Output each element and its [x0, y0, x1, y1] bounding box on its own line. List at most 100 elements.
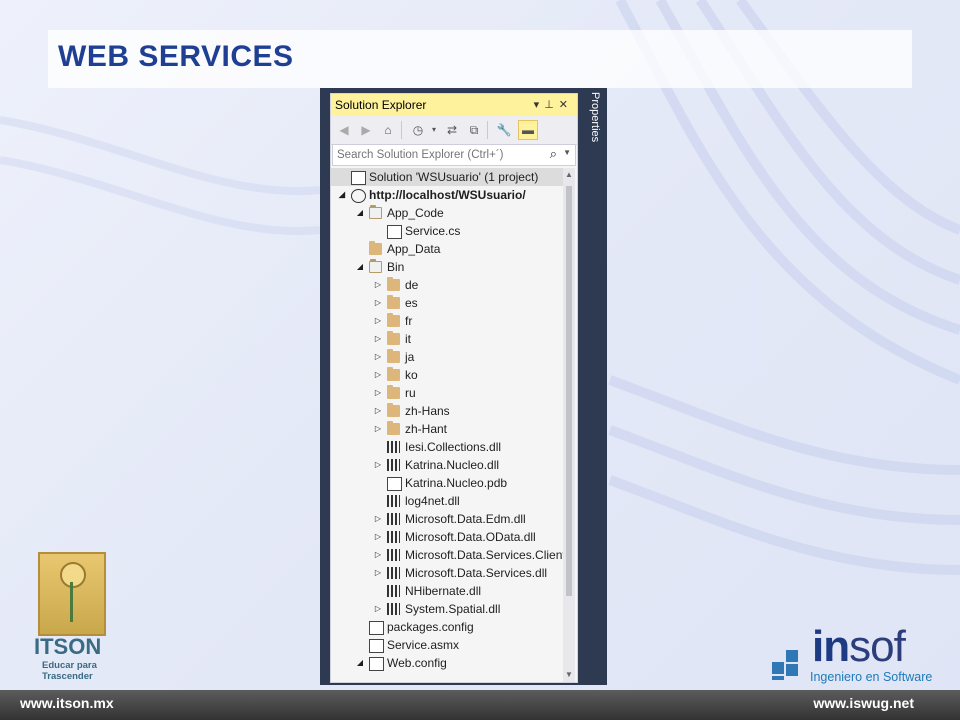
collapsed-arrow-icon[interactable]: ▷	[373, 294, 383, 312]
tree-item[interactable]: ▷ ja	[331, 348, 563, 366]
tree-item[interactable]: ▷ ru	[331, 384, 563, 402]
dll-icon	[387, 585, 400, 597]
dll-icon	[387, 495, 400, 507]
collapsed-arrow-icon[interactable]: ▷	[373, 276, 383, 294]
pdb-file-icon	[387, 477, 402, 491]
tree-item[interactable]: ▷ zh-Hant	[331, 420, 563, 438]
insof-wordmark: insof	[812, 622, 906, 671]
tree-item[interactable]: ▷ es	[331, 294, 563, 312]
collapsed-arrow-icon[interactable]: ▷	[373, 402, 383, 420]
collapsed-arrow-icon[interactable]: ▷	[373, 546, 383, 564]
collapsed-arrow-icon[interactable]: ▷	[373, 330, 383, 348]
vertical-scrollbar[interactable]: ▲ ▼	[563, 168, 575, 682]
properties-tab[interactable]: Properties	[583, 92, 601, 152]
tree-item[interactable]: ▷ Microsoft.Data.Edm.dll	[331, 510, 563, 528]
tree-item[interactable]: ◢ Web.config	[331, 654, 563, 672]
tree-item[interactable]: ▷ fr	[331, 312, 563, 330]
tree-item-label: Microsoft.Data.Services.dll	[405, 566, 548, 580]
expanded-arrow-icon[interactable]: ◢	[355, 654, 365, 672]
solution-explorer-title: Solution Explorer	[335, 98, 427, 112]
tree-item-label: Microsoft.Data.OData.dll	[405, 530, 536, 544]
search-box[interactable]: ⌕ ▼	[332, 144, 576, 166]
tree-item-label: zh-Hans	[405, 404, 450, 418]
folder-icon	[387, 403, 400, 417]
tree-item-label: Web.config	[387, 656, 447, 670]
tree-item-label: de	[405, 278, 419, 292]
pin-icon[interactable]: ⊥	[544, 99, 559, 111]
collapsed-arrow-icon[interactable]: ▷	[373, 510, 383, 528]
search-icon[interactable]: ⌕	[550, 146, 557, 162]
collapsed-arrow-icon[interactable]: ▷	[373, 312, 383, 330]
scroll-down-icon[interactable]: ▼	[563, 670, 575, 682]
tree-item[interactable]: ▷ zh-Hans	[331, 402, 563, 420]
collapsed-arrow-icon[interactable]: ▷	[373, 600, 383, 618]
collapsed-arrow-icon[interactable]: ▷	[373, 384, 383, 402]
dropdown-icon[interactable]: ▾	[534, 99, 545, 111]
collapse-all-icon[interactable]: ⧉	[465, 121, 483, 139]
dll-icon	[387, 567, 400, 579]
tree-item[interactable]: log4net.dll	[331, 492, 563, 510]
slide-title: WEB SERVICES	[58, 40, 294, 73]
scroll-thumb[interactable]	[566, 186, 572, 596]
dll-icon	[387, 513, 400, 525]
tree-item[interactable]: Service.asmx	[331, 636, 563, 654]
footer-left-link[interactable]: www.itson.mx	[20, 695, 114, 711]
collapsed-arrow-icon[interactable]: ▷	[373, 420, 383, 438]
collapsed-arrow-icon[interactable]: ▷	[373, 456, 383, 474]
expanded-arrow-icon[interactable]: ◢	[355, 258, 365, 276]
insof-logo: insof Ingeniero en Software	[772, 622, 952, 688]
tree-item[interactable]: NHibernate.dll	[331, 582, 563, 600]
expanded-arrow-icon[interactable]: ◢	[355, 204, 365, 222]
itson-name: ITSON	[34, 634, 102, 659]
tree-item[interactable]: ▷ Katrina.Nucleo.dll	[331, 456, 563, 474]
tree-item[interactable]: Service.cs	[331, 222, 563, 240]
search-options-icon[interactable]: ▼	[563, 148, 571, 157]
dll-icon	[387, 549, 400, 561]
footer-right-link[interactable]: www.iswug.net	[813, 695, 914, 711]
forward-icon[interactable]: ▶	[357, 121, 375, 139]
tree-item[interactable]: App_Data	[331, 240, 563, 258]
tree-item[interactable]: ▷ de	[331, 276, 563, 294]
tree-item[interactable]: Solution 'WSUsuario' (1 project)	[331, 168, 563, 186]
solution-icon	[351, 171, 366, 185]
tree-item[interactable]: ◢ Bin	[331, 258, 563, 276]
solution-tree: Solution 'WSUsuario' (1 project) ◢ http://…	[331, 168, 563, 682]
tree-item[interactable]: ◢ App_Code	[331, 204, 563, 222]
tree-item[interactable]: packages.config	[331, 618, 563, 636]
search-input[interactable]	[337, 147, 537, 162]
sync-icon[interactable]: ⇄	[443, 121, 461, 139]
tree-item[interactable]: Katrina.Nucleo.pdb	[331, 474, 563, 492]
tree-item-label: Katrina.Nucleo.pdb	[405, 476, 508, 490]
collapsed-arrow-icon[interactable]: ▷	[373, 348, 383, 366]
insof-mark-icon	[772, 650, 802, 680]
back-icon[interactable]: ◀	[335, 121, 353, 139]
collapsed-arrow-icon[interactable]: ▷	[373, 366, 383, 384]
collapsed-arrow-icon[interactable]: ▷	[373, 564, 383, 582]
tree-item-label: ko	[405, 368, 418, 382]
preview-icon[interactable]: ▬	[518, 120, 538, 140]
tree-item[interactable]: ▷ ko	[331, 366, 563, 384]
scroll-up-icon[interactable]: ▲	[563, 170, 575, 182]
cs-file-icon	[387, 225, 402, 239]
tree-item[interactable]: ▷ System.Spatial.dll	[331, 600, 563, 618]
tree-item-label: es	[405, 296, 418, 310]
tree-item-label: it	[405, 332, 411, 346]
tree-item[interactable]: ▷ Microsoft.Data.Services.Client.dll	[331, 546, 563, 564]
tree-item[interactable]: ▷ Microsoft.Data.OData.dll	[331, 528, 563, 546]
insof-subtitle: Ingeniero en Software	[810, 670, 933, 684]
tree-item-label: zh-Hant	[405, 422, 448, 436]
tree-item[interactable]: ▷ Microsoft.Data.Services.dll	[331, 564, 563, 582]
folder-icon	[387, 367, 400, 381]
tree-item[interactable]: Iesi.Collections.dll	[331, 438, 563, 456]
collapsed-arrow-icon[interactable]: ▷	[373, 528, 383, 546]
folder-icon	[387, 385, 400, 399]
dll-icon	[387, 603, 400, 615]
home-icon[interactable]: ⌂	[379, 121, 397, 139]
expanded-arrow-icon[interactable]: ◢	[337, 186, 347, 204]
tree-item[interactable]: ◢ http://localhost/WSUsuario/	[331, 186, 563, 204]
tree-item[interactable]: ▷ it	[331, 330, 563, 348]
close-icon[interactable]: ✕	[559, 99, 573, 111]
tree-item-label: App_Data	[387, 242, 441, 256]
properties-icon[interactable]: 🔧	[495, 121, 513, 139]
history-dropdown-icon[interactable]: ▾	[425, 121, 443, 139]
